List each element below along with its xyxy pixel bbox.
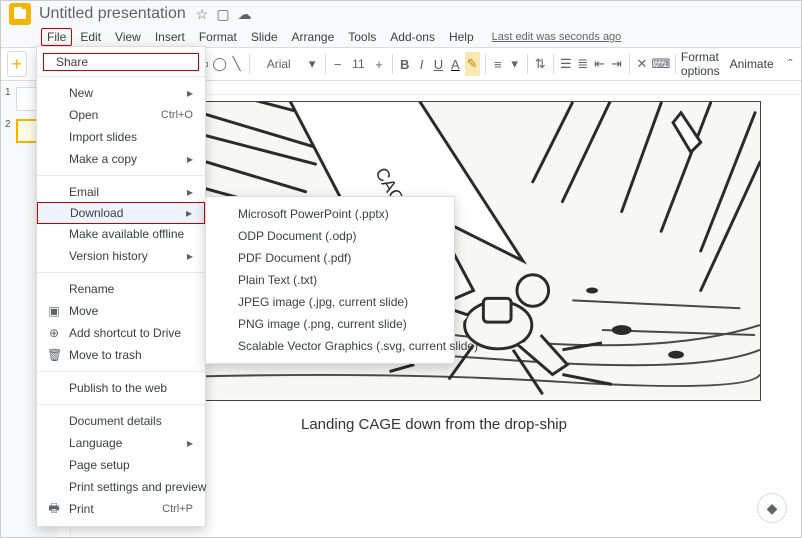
menu-item-language[interactable]: Language▸ — [37, 432, 205, 454]
clear-format-icon[interactable]: ✕ — [635, 52, 650, 76]
explore-button[interactable]: ◆ — [757, 493, 787, 523]
align-dropdown-icon[interactable]: ▾ — [507, 52, 522, 76]
menu-item-move[interactable]: ▣Move — [37, 300, 205, 322]
menu-item-offline[interactable]: Make available offline — [37, 223, 205, 245]
highlight-icon[interactable]: ✎ — [465, 52, 480, 76]
indent-dec-icon[interactable]: ⇤ — [592, 52, 607, 76]
menu-format[interactable]: Format — [193, 28, 243, 46]
file-menu-dropdown: Share New▸ OpenCtrl+O Import slides Make… — [36, 46, 206, 527]
menu-item-rename[interactable]: Rename — [37, 278, 205, 300]
menu-insert[interactable]: Insert — [149, 28, 191, 46]
print-icon: 🖶 — [47, 499, 61, 520]
menu-item-share[interactable]: Share — [43, 53, 199, 71]
bulleted-list-icon[interactable]: ≣ — [575, 52, 590, 76]
menu-item-email[interactable]: Email▸ — [37, 181, 205, 203]
menu-tools[interactable]: Tools — [342, 28, 382, 46]
numbered-list-icon[interactable]: ☰ — [558, 52, 573, 76]
line-spacing-icon[interactable]: ⇅ — [533, 52, 548, 76]
thumbnail-number: 1 — [5, 87, 13, 111]
menu-view[interactable]: View — [109, 28, 147, 46]
input-tools-icon[interactable]: ⌨ — [651, 52, 670, 76]
font-family-select[interactable]: Arial — [255, 54, 303, 74]
menu-file[interactable]: File — [41, 28, 72, 46]
text-color-icon[interactable]: A — [448, 52, 463, 76]
menu-item-import[interactable]: Import slides — [37, 126, 205, 148]
menu-slide[interactable]: Slide — [245, 28, 284, 46]
move-folder-icon[interactable]: ▢ — [216, 6, 229, 23]
menu-item-new[interactable]: New▸ — [37, 82, 205, 104]
menu-item-details[interactable]: Document details — [37, 410, 205, 432]
last-edit-link[interactable]: Last edit was seconds ago — [492, 31, 622, 43]
line-icon[interactable]: ╲ — [229, 52, 244, 76]
slides-app-icon[interactable] — [9, 3, 31, 25]
menu-item-version[interactable]: Version history▸ — [37, 245, 205, 267]
document-title[interactable]: Untitled presentation — [39, 5, 186, 23]
toolbar-collapse-icon[interactable]: ˆ — [786, 52, 795, 76]
download-txt[interactable]: Plain Text (.txt) — [206, 269, 454, 291]
download-svg[interactable]: Scalable Vector Graphics (.svg, current … — [206, 335, 454, 357]
trash-icon: 🗑 — [47, 348, 61, 362]
underline-icon[interactable]: U — [431, 52, 446, 76]
title-bar: Untitled presentation ☆ ▢ ☁ — [1, 1, 801, 27]
menu-item-open[interactable]: OpenCtrl+O — [37, 104, 205, 126]
menu-item-page-setup[interactable]: Page setup — [37, 454, 205, 476]
menu-arrange[interactable]: Arrange — [286, 28, 341, 46]
font-size-dec-icon[interactable]: − — [330, 52, 345, 76]
star-icon[interactable]: ☆ — [196, 6, 209, 23]
indent-inc-icon[interactable]: ⇥ — [609, 52, 624, 76]
download-pptx[interactable]: Microsoft PowerPoint (.pptx) — [206, 203, 454, 225]
download-png[interactable]: PNG image (.png, current slide) — [206, 313, 454, 335]
download-odp[interactable]: ODP Document (.odp) — [206, 225, 454, 247]
font-size-inc-icon[interactable]: + — [372, 52, 387, 76]
menu-item-trash[interactable]: 🗑Move to trash — [37, 344, 205, 366]
format-options-button[interactable]: Format options — [681, 50, 720, 78]
menu-help[interactable]: Help — [443, 28, 480, 46]
thumbnail-number: 2 — [5, 119, 13, 143]
bold-icon[interactable]: B — [397, 52, 412, 76]
align-icon[interactable]: ≡ — [490, 52, 505, 76]
font-size-input[interactable]: 11 — [347, 55, 369, 73]
menu-item-publish[interactable]: Publish to the web — [37, 377, 205, 399]
shape-icon[interactable]: ◯ — [212, 52, 227, 76]
animate-button[interactable]: Animate — [730, 57, 774, 71]
menu-item-copy[interactable]: Make a copy▸ — [37, 148, 205, 170]
download-pdf[interactable]: PDF Document (.pdf) — [206, 247, 454, 269]
download-submenu: Microsoft PowerPoint (.pptx) ODP Documen… — [205, 196, 455, 364]
link-icon: ⊕ — [47, 326, 61, 340]
menu-edit[interactable]: Edit — [74, 28, 107, 46]
cloud-status-icon[interactable]: ☁ — [238, 6, 252, 23]
menu-item-print[interactable]: 🖶PrintCtrl+P — [37, 498, 205, 520]
italic-icon[interactable]: I — [414, 52, 429, 76]
menu-item-shortcut[interactable]: ⊕Add shortcut to Drive — [37, 322, 205, 344]
folder-icon: ▣ — [47, 304, 61, 318]
new-slide-button[interactable]: + — [7, 51, 27, 77]
menu-addons[interactable]: Add-ons — [384, 28, 441, 46]
font-dropdown-icon[interactable]: ▾ — [305, 52, 320, 76]
title-icons: ☆ ▢ ☁ — [196, 6, 252, 23]
menu-item-download[interactable]: Download▸ — [37, 202, 205, 224]
menu-item-print-settings[interactable]: Print settings and preview — [37, 476, 205, 498]
menu-bar: File Edit View Insert Format Slide Arran… — [1, 27, 801, 47]
download-jpg[interactable]: JPEG image (.jpg, current slide) — [206, 291, 454, 313]
